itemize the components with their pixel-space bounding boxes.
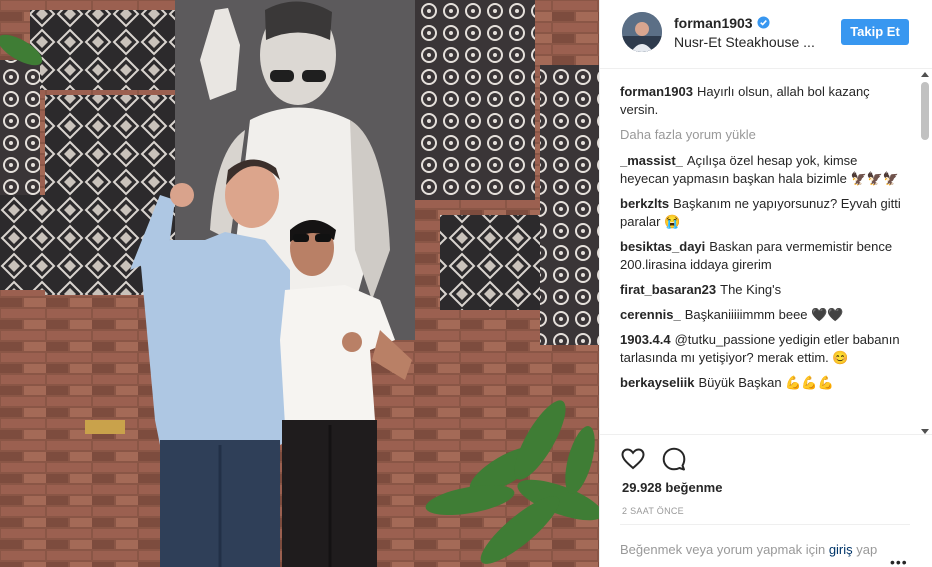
photo-illustration bbox=[0, 0, 599, 567]
scrollbar-thumb[interactable] bbox=[921, 82, 929, 140]
comment-item: berkayseliik Büyük Başkan 💪💪💪 bbox=[620, 374, 908, 392]
add-comment-prompt: Beğenmek veya yorum yapmak için giriş ya… bbox=[620, 524, 910, 559]
follow-button[interactable]: Takip Et bbox=[841, 19, 909, 45]
caption-username[interactable]: forman1903 bbox=[620, 84, 693, 99]
comment-username[interactable]: besiktas_dayi bbox=[620, 239, 705, 254]
post-timestamp[interactable]: 2 SAAT ÖNCE bbox=[622, 506, 684, 516]
post-actions: 29.928 beğenme 2 SAAT ÖNCE Beğenmek veya… bbox=[600, 434, 932, 567]
post-side-panel: forman1903 Nusr-Et Steakhouse ... Takip … bbox=[599, 0, 932, 567]
caption: forman1903 Hayırlı olsun, allah bol kazan… bbox=[620, 83, 908, 119]
comment-username[interactable]: _massist_ bbox=[620, 153, 683, 168]
avatar-image bbox=[622, 12, 662, 52]
comments-list: forman1903 Hayırlı olsun, allah bol kazan… bbox=[620, 83, 908, 433]
more-options-icon[interactable]: ••• bbox=[890, 554, 908, 567]
login-link[interactable]: giriş bbox=[829, 542, 853, 557]
verified-badge-icon bbox=[757, 16, 770, 29]
comment-text: The King's bbox=[720, 282, 782, 297]
comment-username[interactable]: berkayseliik bbox=[620, 375, 694, 390]
comment-item: berkzlts Başkanım ne yapıyorsunuz? Eyvah … bbox=[620, 195, 908, 231]
instagram-post: forman1903 Nusr-Et Steakhouse ... Takip … bbox=[0, 0, 932, 567]
comment-username[interactable]: berkzlts bbox=[620, 196, 669, 211]
post-photo[interactable] bbox=[0, 0, 599, 567]
comment-username[interactable]: firat_basaran23 bbox=[620, 282, 716, 297]
comment-username[interactable]: 1903.4.4 bbox=[620, 332, 671, 347]
comment-text: Büyük Başkan 💪💪💪 bbox=[698, 375, 834, 390]
add-comment-suffix: yap bbox=[852, 542, 878, 557]
comment-bubble-icon[interactable] bbox=[662, 447, 686, 471]
username-row: forman1903 bbox=[674, 15, 770, 31]
heart-icon[interactable] bbox=[621, 448, 645, 470]
location-link[interactable]: Nusr-Et Steakhouse ... bbox=[674, 34, 815, 50]
username-link[interactable]: forman1903 bbox=[674, 15, 753, 31]
comment-username[interactable]: cerennis_ bbox=[620, 307, 681, 322]
comment-item: firat_basaran23 The King's bbox=[620, 281, 908, 299]
avatar[interactable] bbox=[622, 12, 662, 52]
load-more-comments-button[interactable]: Daha fazla yorum yükle bbox=[620, 126, 908, 144]
comment-item: _massist_ Açılışa özel hesap yok, kimse h… bbox=[620, 152, 908, 188]
comment-item: 1903.4.4 @tutku_passione yedigin etler ba… bbox=[620, 331, 908, 367]
comment-item: besiktas_dayi Baskan para vermemistir ben… bbox=[620, 238, 908, 274]
scroll-up-arrow-icon[interactable] bbox=[921, 72, 929, 77]
add-comment-prefix: Beğenmek veya yorum yapmak için bbox=[620, 542, 829, 557]
post-header: forman1903 Nusr-Et Steakhouse ... Takip … bbox=[600, 0, 932, 69]
comments-scrollbar[interactable] bbox=[918, 72, 932, 434]
likes-count[interactable]: 29.928 beğenme bbox=[622, 480, 722, 495]
comment-item: cerennis_ Başkaniiiiimmm beee 🖤🖤 bbox=[620, 306, 908, 324]
comment-text: Başkaniiiiimmm beee 🖤🖤 bbox=[684, 307, 844, 322]
